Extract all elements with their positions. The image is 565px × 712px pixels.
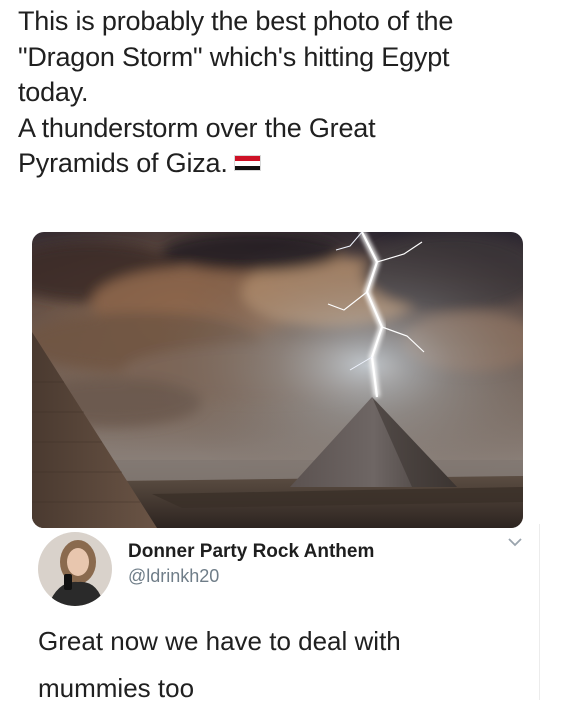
post-text-line-last: Pyramids of Giza. [18,146,553,182]
post-text-line: A thunderstorm over the Great [18,112,376,143]
egypt-flag-icon [233,155,261,172]
reply-tweet: Donner Party Rock Anthem @ldrinkh20 Grea… [0,530,565,703]
reply-text-line: mummies too [38,673,195,703]
chevron-down-icon[interactable] [506,536,524,548]
reply-text-line: Great now we have to deal with [38,626,401,656]
post-text-line: This is probably the best photo of the [18,6,454,36]
user-handle[interactable]: @ldrinkh20 [128,566,219,587]
reply-text: Great now we have to deal with mummies t… [38,618,518,712]
avatar[interactable] [38,532,112,606]
lightning-over-pyramid-photo [32,232,523,528]
post-text-line: "Dragon Storm" which's hitting Egypt [18,41,450,72]
post-text-line: Pyramids of Giza. [18,148,228,179]
post-text-line: today. [18,77,89,108]
display-name[interactable]: Donner Party Rock Anthem [128,541,374,563]
post-text: This is probably the best photo of the "… [18,4,553,182]
